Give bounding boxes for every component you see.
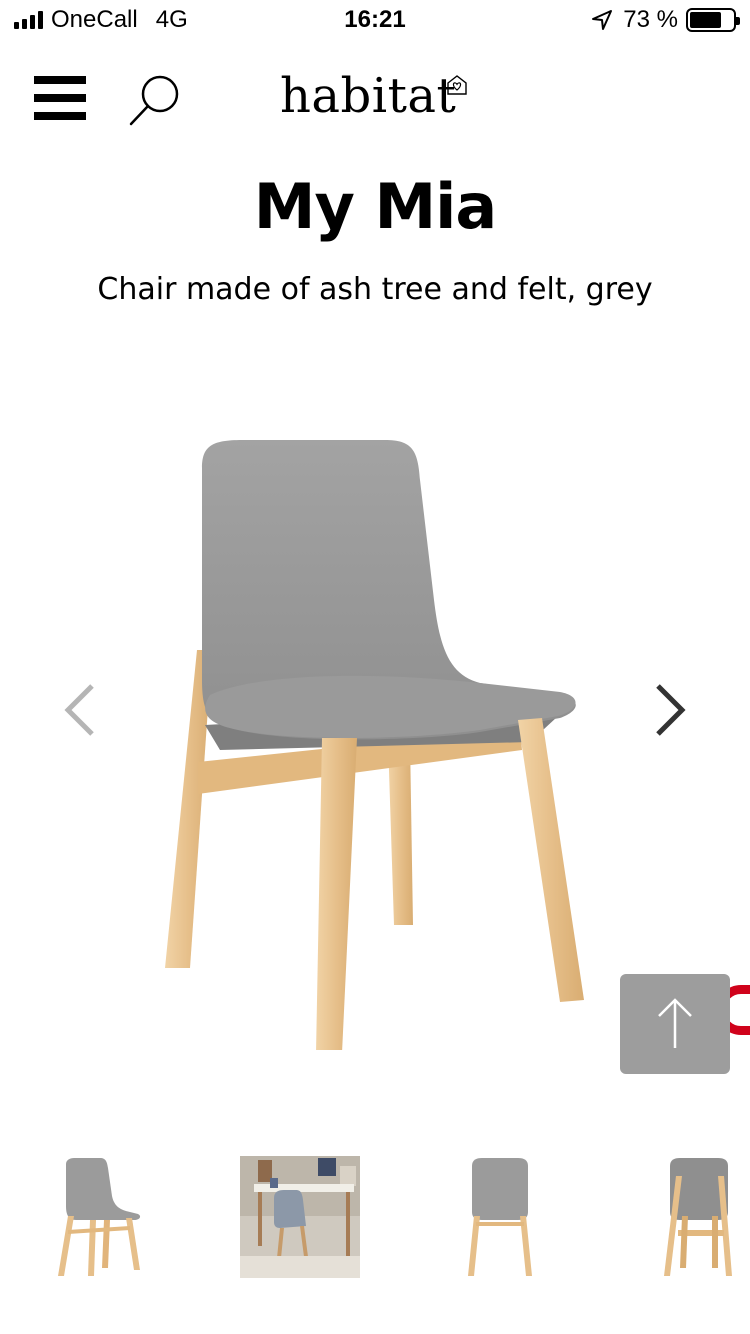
chevron-right-icon[interactable] xyxy=(650,680,690,740)
thumbnail-chair-in-room[interactable] xyxy=(240,1156,360,1278)
battery-level xyxy=(690,12,721,28)
product-title: My Mia xyxy=(253,170,497,243)
house-heart-icon xyxy=(447,75,467,95)
thumbnail-chair-side[interactable] xyxy=(42,1156,162,1278)
product-description: Chair made of ash tree and felt, grey xyxy=(97,272,653,307)
habitat-logo[interactable]: habitat xyxy=(280,68,456,124)
scroll-to-top-button[interactable] xyxy=(620,974,730,1074)
search-icon[interactable] xyxy=(128,72,184,128)
thumbnail-strip xyxy=(0,1150,750,1290)
status-right: 73 % xyxy=(591,6,740,34)
arrow-up-icon xyxy=(658,998,692,1048)
product-image-carousel xyxy=(0,390,750,1060)
site-header: habitat xyxy=(0,50,750,150)
chevron-left-icon[interactable] xyxy=(60,680,100,740)
thumbnail-chair-front[interactable] xyxy=(440,1156,560,1278)
menu-icon[interactable] xyxy=(34,76,86,120)
status-bar: OneCall 4G 16:21 73 % xyxy=(0,0,750,40)
chair-image xyxy=(165,440,584,1050)
location-arrow-icon xyxy=(592,10,613,30)
battery-icon xyxy=(686,8,740,32)
battery-percent: 73 % xyxy=(623,6,678,33)
thumbnail-chair-back[interactable] xyxy=(638,1156,750,1278)
